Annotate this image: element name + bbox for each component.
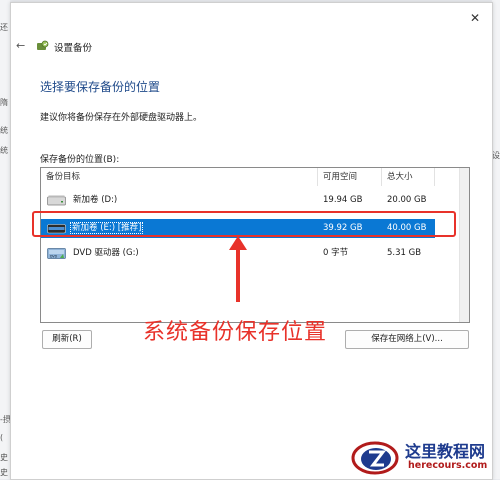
row-name: DVD 驱动器 (G:) [73, 248, 139, 258]
location-list-label: 保存备份的位置(B): [40, 155, 120, 165]
background-text: 隋 [0, 98, 8, 107]
watermark-name: 这里教程网 [405, 442, 486, 461]
background-text: 史 [0, 468, 8, 477]
annotation-arrow-shaft [236, 246, 240, 302]
page-heading: 选择要保存备份的位置 [40, 80, 161, 94]
row-free-space: 0 字节 [323, 248, 349, 258]
row-free-space: 19.94 GB [323, 195, 363, 205]
setup-backup-dialog: ✕ ← 设置备份 选择要保存备份的位置 建议你将备份保存在外部硬盘驱动器上。 保… [10, 2, 493, 480]
watermark-logo-icon [351, 441, 399, 475]
dvd-drive-icon: DVD [47, 248, 66, 259]
background-text: 设 [492, 151, 500, 160]
drive-icon [47, 195, 66, 206]
background-text: ( [0, 433, 4, 442]
column-header-free-space[interactable]: 可用空间 [318, 168, 382, 186]
annotation-highlight-box [32, 211, 456, 237]
save-on-network-button[interactable]: 保存在网络上(V)... [345, 330, 469, 349]
close-icon[interactable]: ✕ [468, 11, 482, 25]
row-name: 新加卷 (D:) [73, 195, 118, 205]
column-header-target[interactable]: 备份目标 [41, 168, 318, 186]
background-text: 统 [0, 126, 8, 135]
page-description: 建议你将备份保存在外部硬盘驱动器上。 [40, 113, 203, 123]
background-text: 史 [0, 453, 8, 462]
column-header-total-size[interactable]: 总大小 [382, 168, 435, 186]
back-arrow-icon[interactable]: ← [16, 39, 25, 52]
backup-icon [37, 40, 49, 50]
background-window-right [492, 0, 500, 479]
row-total-size: 5.31 GB [387, 248, 422, 258]
svg-text:DVD: DVD [50, 255, 58, 259]
background-text: 还 [0, 23, 8, 32]
destination-row-d[interactable]: 新加卷 (D:) 19.94 GB 20.00 GB [41, 191, 435, 210]
background-window-left [0, 0, 10, 479]
row-total-size: 20.00 GB [387, 195, 427, 205]
dialog-title: 设置备份 [54, 43, 93, 54]
background-text: 统 [0, 146, 8, 155]
vertical-scrollbar[interactable] [459, 168, 469, 322]
annotation-text: 系统备份保存位置 [143, 320, 328, 345]
refresh-button[interactable]: 刷新(R) [42, 330, 92, 349]
backup-destination-list[interactable]: 备份目标 可用空间 总大小 新加卷 (D:) 19.94 GB 20.00 GB… [40, 167, 470, 323]
watermark-url: herecours.com [408, 460, 488, 471]
